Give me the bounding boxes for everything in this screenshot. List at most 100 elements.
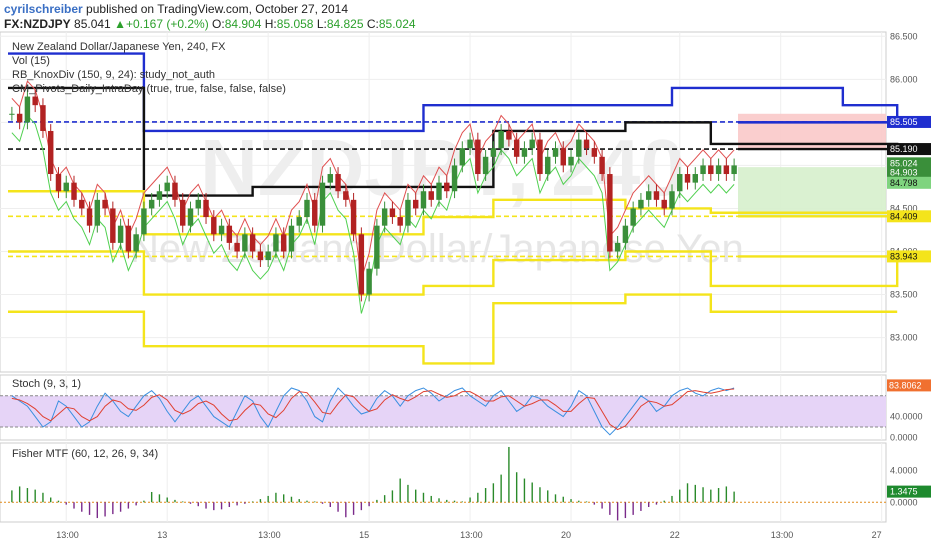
candle-body [459, 148, 466, 166]
candle-body [288, 225, 295, 252]
candle-body [366, 268, 372, 295]
price-axis-tick: 83.500 [890, 290, 918, 300]
candle-body [257, 251, 264, 261]
candle-body [16, 113, 23, 123]
candle-body [32, 96, 38, 106]
candle-body [521, 148, 528, 157]
candle-body [156, 191, 163, 200]
candle-body [187, 208, 194, 226]
candle-body [47, 130, 54, 175]
fisher-axis-tick: 4.0000 [890, 466, 918, 476]
candle-body [9, 113, 15, 115]
candle-body [343, 191, 349, 200]
price-tag-label: 84.409 [890, 211, 918, 221]
candle-body [576, 139, 582, 157]
candle-body [117, 225, 124, 243]
time-axis-tick: 22 [670, 530, 680, 540]
chart-area[interactable]: 86.50086.00085.50085.00084.50084.00083.5… [0, 0, 932, 550]
candle-body [86, 208, 93, 226]
candle-body [622, 225, 629, 243]
time-axis-tick: 13:00 [56, 530, 79, 540]
candle-body [234, 242, 240, 252]
time-axis-tick: 13 [157, 530, 167, 540]
price-axis-tick: 86.500 [890, 31, 918, 41]
candle-body [475, 139, 481, 175]
candle-body [203, 199, 209, 218]
candle-body [568, 156, 574, 166]
candle-body [715, 165, 722, 175]
candle-body [265, 251, 271, 261]
candle-body [249, 234, 256, 252]
candle-body [529, 139, 535, 149]
candle-body [397, 217, 403, 226]
candle-body [537, 139, 543, 175]
candle-body [661, 199, 667, 209]
candle-body [638, 199, 644, 209]
candle-body [102, 199, 108, 209]
candle-body [545, 156, 551, 175]
candle-body [731, 165, 737, 175]
candle-body [552, 148, 559, 157]
candle-body [513, 139, 520, 157]
candle-body [304, 199, 310, 218]
candle-body [148, 199, 155, 209]
candle-body [684, 174, 691, 183]
indicator-legend-2: RB_KnoxDiv (150, 9, 24): study_not_auth [12, 69, 215, 81]
candle-body [599, 156, 605, 175]
candle-body [560, 148, 566, 166]
candle-body [40, 105, 46, 131]
candle-body [211, 217, 217, 235]
candle-body [420, 191, 427, 209]
stoch-pane-title: Stoch (9, 3, 1) [12, 378, 81, 390]
stoch-tag-label: 83.8062 [889, 380, 922, 390]
candle-body [444, 182, 450, 192]
time-axis-tick: 13:00 [771, 530, 794, 540]
candle-body [180, 199, 186, 226]
price-axis-tick: 86.000 [890, 74, 918, 84]
fisher-pane-title: Fisher MTF (60, 12, 26, 9, 34) [12, 448, 158, 460]
time-axis-tick: 13:00 [460, 530, 483, 540]
candle-body [498, 130, 504, 149]
candle-body [242, 234, 248, 252]
candle-body [669, 191, 675, 209]
candle-body [110, 208, 116, 243]
candle-body [312, 199, 318, 226]
candle-body [218, 225, 225, 235]
candle-body [700, 165, 706, 175]
candle-body [319, 182, 326, 226]
candle-body [226, 225, 233, 243]
candle-body [708, 165, 714, 175]
candle-body [125, 225, 132, 252]
candle-body [692, 174, 699, 183]
candle-body [296, 217, 302, 226]
candle-body [164, 182, 170, 192]
candle-body [24, 96, 31, 123]
candle-body [374, 225, 380, 269]
price-tag-label: 85.505 [890, 117, 918, 127]
candle-body [358, 234, 365, 295]
candle-body [79, 199, 85, 209]
indicator-legend-1: Vol (15) [12, 55, 50, 67]
indicator-legend-3: CM_Pivots_Daily_IntraDay (true, true, fa… [12, 83, 286, 95]
time-axis-tick: 15 [359, 530, 369, 540]
candle-body [645, 191, 652, 200]
stoch-axis-tick: 0.0000 [890, 432, 918, 442]
reward-zone [738, 167, 886, 217]
candle-body [94, 199, 101, 226]
time-axis-tick: 27 [872, 530, 882, 540]
price-tag-label: 84.798 [890, 178, 918, 188]
candle-body [389, 208, 396, 218]
candle-body [490, 148, 497, 157]
candle-body [591, 148, 598, 157]
candle-body [428, 191, 434, 200]
candle-body [55, 174, 62, 192]
candle-body [172, 182, 178, 200]
time-axis-tick: 20 [561, 530, 571, 540]
candle-body [141, 208, 147, 235]
candle-body [630, 208, 636, 226]
candle-body [653, 191, 660, 200]
candle-body [677, 174, 683, 192]
price-tag-label: 84.903 [890, 167, 918, 177]
stoch-band [0, 395, 886, 427]
candle-body [723, 165, 730, 175]
